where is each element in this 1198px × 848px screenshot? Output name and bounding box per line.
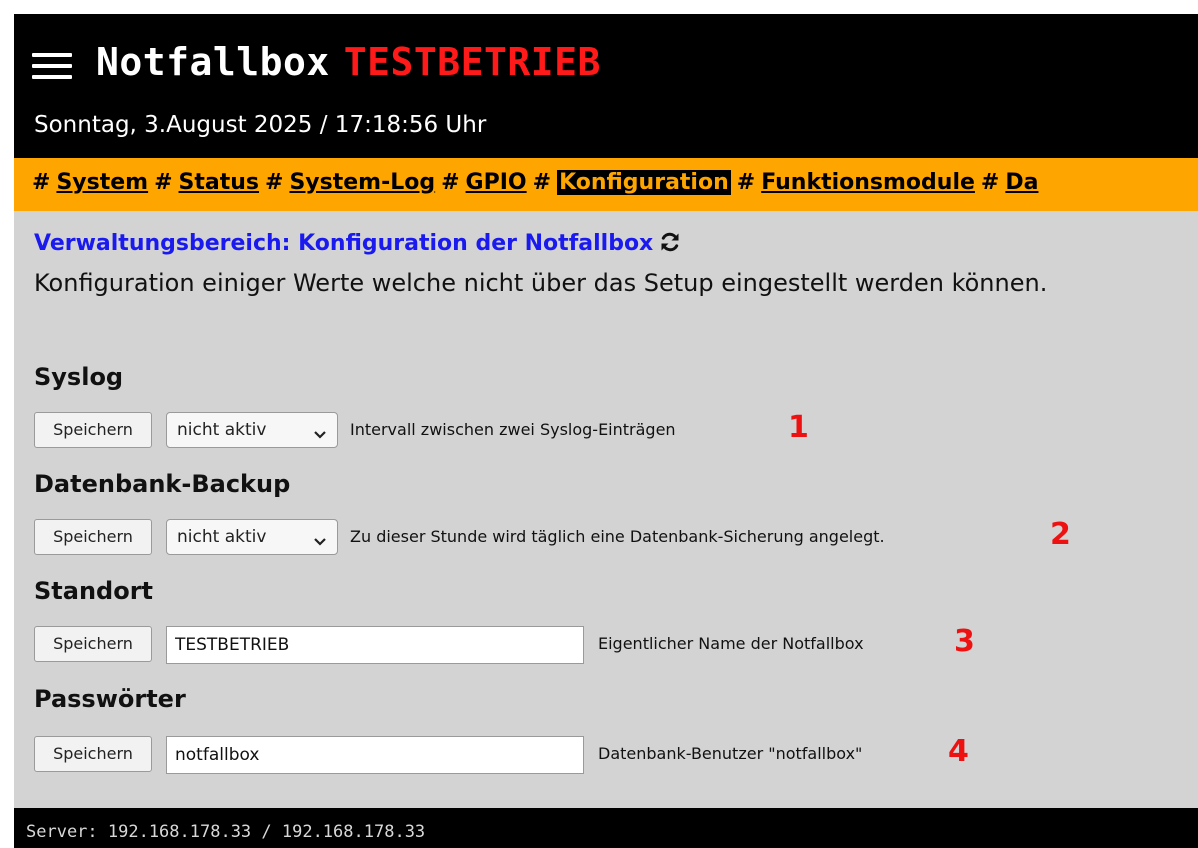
annotation-marker-2: 2 — [1050, 517, 1071, 552]
standort-save-button[interactable]: Speichern — [34, 626, 152, 662]
syslog-interval-value: nicht aktiv — [177, 420, 267, 440]
nav-link-gpio[interactable]: GPIO — [466, 170, 527, 195]
syslog-interval-select[interactable]: nicht aktiv — [166, 412, 338, 448]
nav-link-konfiguration[interactable]: Konfiguration — [557, 170, 731, 195]
section-title-passwoerter: Passwörter — [34, 685, 186, 713]
backup-save-button[interactable]: Speichern — [34, 519, 152, 555]
mode-badge: TESTBETRIEB — [343, 40, 601, 84]
nav-link-system[interactable]: System — [56, 170, 148, 195]
nav-separator: # — [736, 170, 756, 195]
current-datetime: Sonntag, 3.August 2025 / 17:18:56 Uhr — [34, 112, 487, 138]
nav-links: # System # Status # System-Log # GPIO # Konfigura… — [32, 170, 1044, 195]
section-title-backup: Datenbank-Backup — [34, 470, 291, 498]
nav-separator: # — [265, 170, 284, 195]
server-address: Server: 192.168.178.33 / 192.168.178.33 — [26, 822, 426, 842]
page-heading-text: Verwaltungsbereich: Konfiguration der No… — [34, 231, 654, 256]
chevron-down-icon — [313, 425, 327, 445]
annotation-marker-3: 3 — [954, 624, 975, 659]
backup-hour-value: nicht aktiv — [177, 527, 267, 547]
standort-hint: Eigentlicher Name der Notfallbox — [598, 634, 864, 653]
footer-bar: Server: 192.168.178.33 / 192.168.178.33 — [14, 808, 1198, 848]
hamburger-menu-icon[interactable] — [32, 53, 72, 79]
nav-link-funktionsmodule[interactable]: Funktionsmodule — [761, 170, 975, 195]
nav-link-system-log[interactable]: System-Log — [289, 170, 435, 195]
nav-separator: # — [532, 170, 552, 195]
backup-hint: Zu dieser Stunde wird täglich eine Daten… — [350, 527, 885, 546]
page-heading: Verwaltungsbereich: Konfiguration der No… — [34, 231, 681, 258]
app-title: Notfallbox TESTBETRIEB — [96, 40, 601, 84]
passwoerter-hint: Datenbank-Benutzer "notfallbox" — [598, 744, 863, 763]
annotation-marker-1: 1 — [788, 410, 809, 445]
db-user-password-input[interactable] — [166, 736, 584, 774]
nav-separator: # — [154, 170, 173, 195]
main-navigation: # System # Status # System-Log # GPIO # Konfigura… — [14, 158, 1198, 211]
page-description: Konfiguration einiger Werte welche nicht… — [34, 269, 1048, 297]
nav-link-status[interactable]: Status — [179, 170, 259, 195]
annotation-marker-4: 4 — [948, 734, 969, 769]
standort-name-input[interactable] — [166, 626, 584, 664]
syslog-save-button[interactable]: Speichern — [34, 412, 152, 448]
app-name: Notfallbox — [96, 40, 330, 84]
syslog-hint: Intervall zwischen zwei Syslog-Einträgen — [350, 420, 676, 439]
nav-link-da[interactable]: Da — [1005, 170, 1038, 195]
section-title-standort: Standort — [34, 577, 154, 605]
chevron-down-icon — [313, 532, 327, 552]
passwoerter-save-button[interactable]: Speichern — [34, 736, 152, 772]
nav-separator: # — [441, 170, 460, 195]
nav-separator: # — [980, 170, 1000, 195]
refresh-icon[interactable] — [659, 232, 681, 258]
section-title-syslog: Syslog — [34, 363, 124, 391]
app-frame: Notfallbox TESTBETRIEB Sonntag, 3.August … — [14, 14, 1198, 848]
nav-separator: # — [32, 170, 51, 195]
app-header: Notfallbox TESTBETRIEB Sonntag, 3.August … — [14, 14, 1198, 158]
backup-hour-select[interactable]: nicht aktiv — [166, 519, 338, 555]
